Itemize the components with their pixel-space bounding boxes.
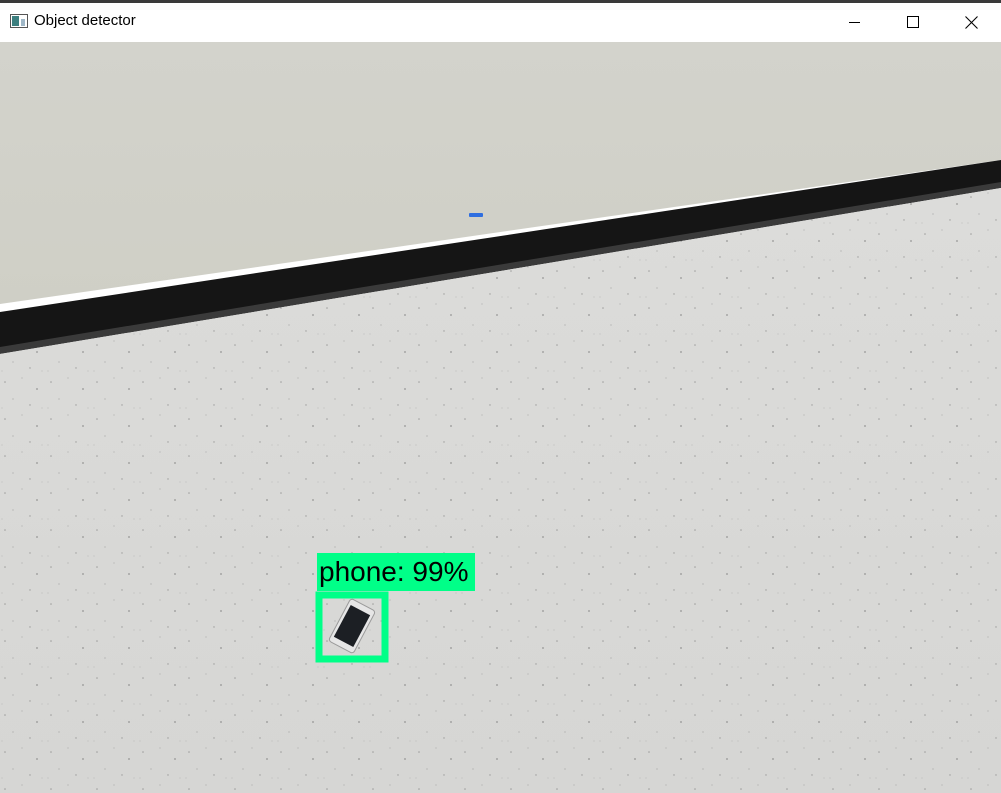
app-window-icon [10,14,28,28]
camera-frame: phone: 99% [0,42,1001,793]
minimize-icon [849,22,860,23]
detection-label: phone: 99% [319,556,469,587]
title-bar[interactable]: Object detector [0,0,1001,42]
window-title: Object detector [34,12,136,29]
camera-scene [0,42,1001,793]
minimize-button[interactable] [826,3,884,41]
close-icon [964,15,978,29]
maximize-icon [907,16,919,28]
close-button[interactable] [942,3,1000,41]
maximize-button[interactable] [884,3,942,41]
object-detector-window: Object detector phone: 99% [0,0,1001,793]
wall-mark [469,213,483,217]
